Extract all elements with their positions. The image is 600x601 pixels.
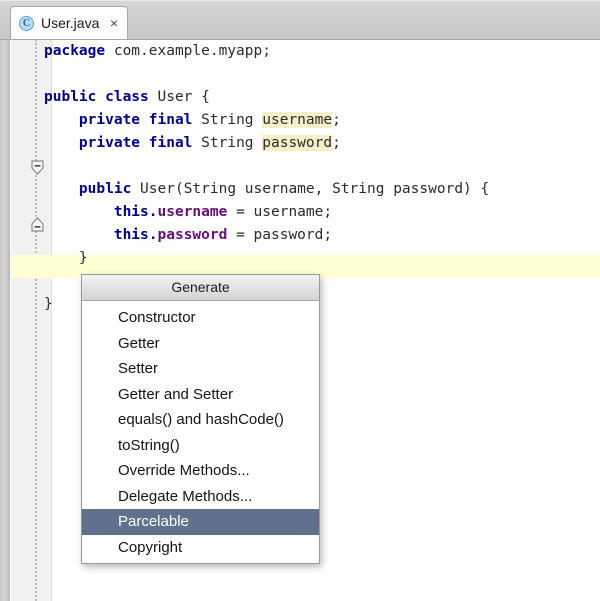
generate-menu-item[interactable]: Setter <box>82 356 319 382</box>
java-class-icon: C <box>19 16 34 31</box>
generate-menu-item[interactable]: Constructor <box>82 305 319 331</box>
code-token: private final <box>79 112 193 128</box>
code-token: ; <box>332 135 341 151</box>
generate-menu-item[interactable]: Parcelable <box>82 509 319 535</box>
code-token: String <box>192 135 262 151</box>
generate-menu-item[interactable]: toString() <box>82 433 319 459</box>
code-token: password <box>158 227 228 243</box>
code-token: = password; <box>227 227 332 243</box>
code-token: this. <box>114 204 158 220</box>
code-line: public User(String username, String pass… <box>44 178 600 201</box>
code-line: this.username = username; <box>44 201 600 224</box>
generate-menu-item[interactable]: Getter and Setter <box>82 382 319 408</box>
generate-menu-item[interactable]: Override Methods... <box>82 458 319 484</box>
code-line <box>44 155 600 178</box>
generate-menu-item[interactable]: Copyright <box>82 535 319 561</box>
code-token <box>44 135 79 151</box>
generate-menu-list[interactable]: ConstructorGetterSetterGetter and Setter… <box>82 301 319 563</box>
code-token: password <box>262 135 332 151</box>
code-line: private final String password; <box>44 132 600 155</box>
code-line: private final String username; <box>44 109 600 132</box>
code-token: User(String username, String password) { <box>131 181 489 197</box>
fold-collapse-end-icon[interactable] <box>31 217 44 232</box>
ide-window: C User.java × package com.example.myapp;… <box>0 0 600 601</box>
code-token: ; <box>332 112 341 128</box>
code-token: } <box>44 250 88 266</box>
fold-collapse-start-icon[interactable] <box>31 160 44 175</box>
code-token: } <box>44 296 53 312</box>
generate-menu-item[interactable]: Delegate Methods... <box>82 484 319 510</box>
code-line: package com.example.myapp; <box>44 40 600 63</box>
editor-tab-user-java[interactable]: C User.java × <box>10 6 128 39</box>
code-token: this. <box>114 227 158 243</box>
close-icon[interactable]: × <box>110 16 118 30</box>
code-line: this.password = password; <box>44 224 600 247</box>
code-token: com.example.myapp; <box>105 43 271 59</box>
tab-bar-top-edge <box>0 0 600 1</box>
editor-tab-label: User.java <box>41 15 99 31</box>
code-line: public class User { <box>44 86 600 109</box>
code-token: package <box>44 43 105 59</box>
generate-menu-item[interactable]: equals() and hashCode() <box>82 407 319 433</box>
code-token: public <box>79 181 131 197</box>
code-token <box>44 204 114 220</box>
indent-guide-line <box>35 40 37 601</box>
code-token <box>44 181 79 197</box>
code-token: private final <box>79 135 193 151</box>
generate-menu-item[interactable]: Getter <box>82 331 319 357</box>
generate-popup-menu[interactable]: Generate ConstructorGetterSetterGetter a… <box>81 274 320 564</box>
editor-tab-bar: C User.java × <box>0 0 600 40</box>
code-line: } <box>44 247 600 270</box>
code-token <box>44 227 114 243</box>
code-token: User { <box>149 89 210 105</box>
code-token: = username; <box>227 204 332 220</box>
code-token: public class <box>44 89 149 105</box>
code-token <box>44 112 79 128</box>
code-line <box>44 63 600 86</box>
code-token: username <box>262 112 332 128</box>
code-token: String <box>192 112 262 128</box>
code-token: username <box>158 204 228 220</box>
generate-menu-title: Generate <box>82 275 319 301</box>
editor-left-strip <box>0 40 10 601</box>
